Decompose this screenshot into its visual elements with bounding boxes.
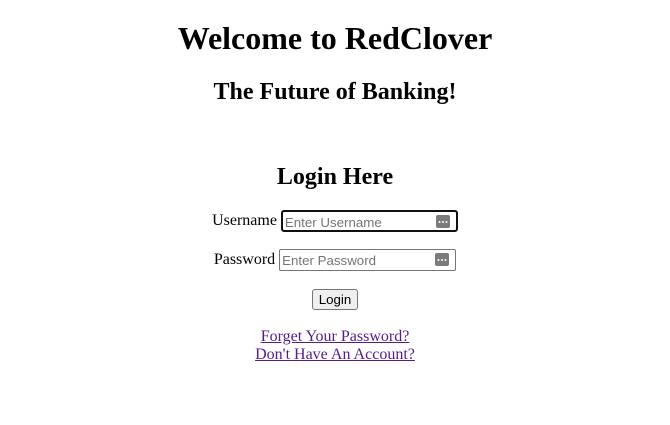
username-row: Username — [0, 210, 670, 232]
login-page: Welcome to RedClover The Future of Banki… — [0, 0, 670, 425]
username-label: Username — [212, 212, 277, 229]
password-label: Password — [213, 251, 276, 268]
password-field[interactable] — [279, 249, 457, 271]
password-manager-icon[interactable] — [435, 253, 450, 266]
password-row: Password — [0, 249, 670, 271]
password-manager-icon[interactable] — [435, 215, 450, 228]
create-account-row: Don't Have An Account? — [0, 346, 670, 364]
forgot-password-link[interactable]: Forget Your Password? — [261, 328, 410, 345]
username-field[interactable] — [280, 210, 458, 232]
forgot-password-row: Forget Your Password? — [0, 328, 670, 346]
page-title: Welcome to RedClover — [177, 20, 493, 56]
login-heading: Login Here — [276, 164, 394, 190]
page-subtitle: The Future of Banking! — [213, 79, 457, 105]
login-button[interactable]: Login — [311, 289, 359, 310]
password-input[interactable] — [280, 250, 435, 270]
login-button-row: Login — [0, 289, 670, 310]
username-input[interactable] — [282, 212, 437, 232]
create-account-link[interactable]: Don't Have An Account? — [255, 346, 415, 363]
